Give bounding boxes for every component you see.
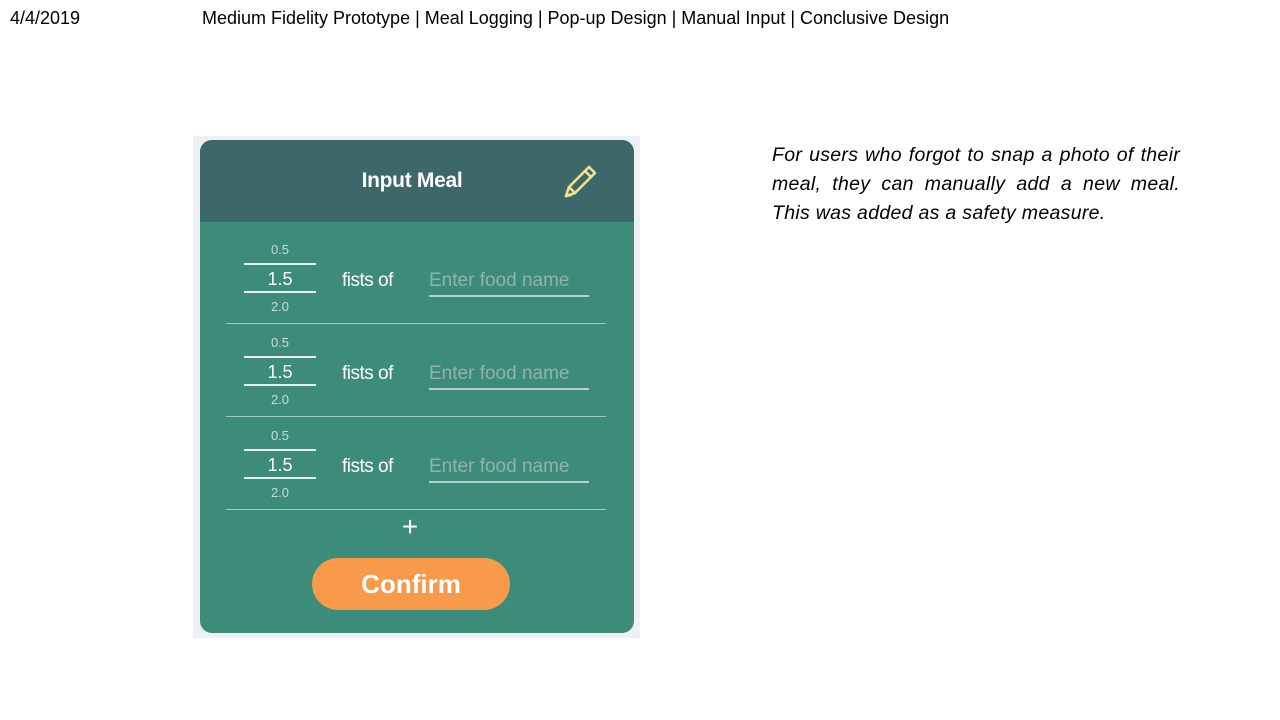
portion-value[interactable]: 1.5 [244,263,316,293]
unit-label: fists of [342,456,393,477]
portion-picker[interactable]: 0.5 1.5 2.0 [244,322,316,416]
portion-value[interactable]: 1.5 [244,449,316,479]
slide-date: 4/4/2019 [10,8,81,28]
unit-label: fists of [342,363,393,384]
portion-picker[interactable]: 0.5 1.5 2.0 [244,415,316,509]
portion-prev[interactable]: 0.5 [244,335,316,350]
unit-label: fists of [342,270,393,291]
confirm-button[interactable]: Confirm [312,558,510,610]
modal-header: Input Meal [200,140,634,222]
meal-row: 0.5 1.5 2.0 fists of [226,322,606,417]
slide-title: Medium Fidelity Prototype | Meal Logging… [202,8,950,28]
portion-picker[interactable]: 0.5 1.5 2.0 [244,229,316,323]
meal-row: 0.5 1.5 2.0 fists of [226,415,606,510]
portion-next[interactable]: 2.0 [244,299,316,314]
add-row-button[interactable]: + [395,512,425,542]
food-name-input[interactable] [429,453,589,483]
portion-prev[interactable]: 0.5 [244,428,316,443]
portion-prev[interactable]: 0.5 [244,242,316,257]
pencil-icon[interactable] [558,160,602,204]
description-note: For users who forgot to snap a photo of … [772,144,1180,224]
food-name-input[interactable] [429,267,589,297]
meal-row: 0.5 1.5 2.0 fists of [226,229,606,324]
input-meal-modal: Input Meal 0.5 1.5 2.0 fists of 0.5 1.5 … [200,140,634,633]
portion-next[interactable]: 2.0 [244,485,316,500]
portion-next[interactable]: 2.0 [244,392,316,407]
portion-value[interactable]: 1.5 [244,356,316,386]
food-name-input[interactable] [429,360,589,390]
